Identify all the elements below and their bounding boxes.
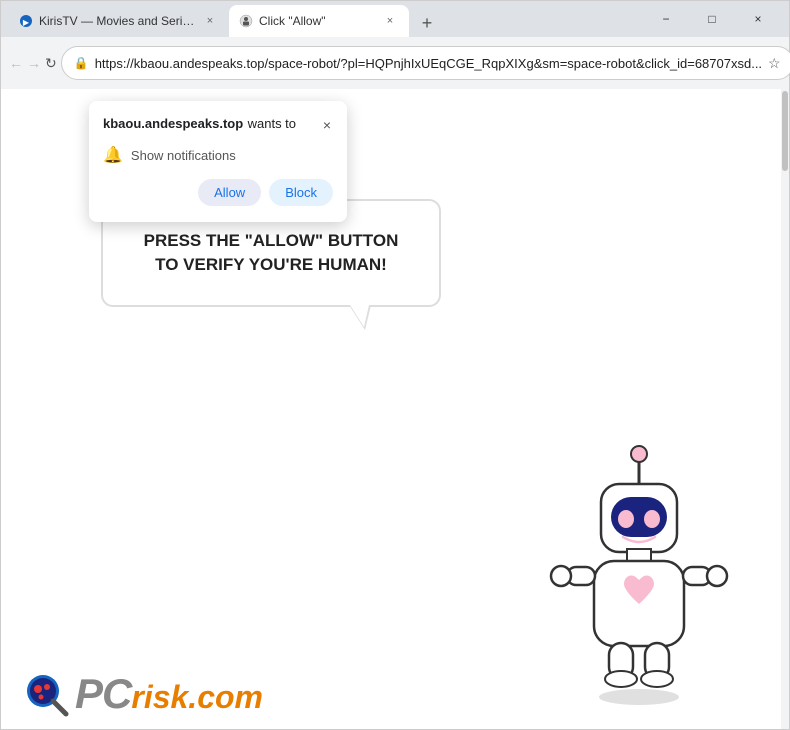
allow-button[interactable]: Allow xyxy=(198,179,261,206)
pcrisk-logo: PC risk.com xyxy=(21,669,263,719)
url-text: https://kbaou.andespeaks.top/space-robot… xyxy=(95,56,762,71)
bookmark-icon[interactable]: ☆ xyxy=(768,55,781,72)
popup-header: kbaou.andespeaks.top wants to × xyxy=(103,115,333,135)
window-controls: − □ × xyxy=(643,4,781,34)
page-content: kbaou.andespeaks.top wants to × 🔔 Show n… xyxy=(1,89,789,729)
lock-icon: 🔒 xyxy=(74,56,89,70)
back-button[interactable]: ← xyxy=(9,47,23,79)
block-button[interactable]: Block xyxy=(269,179,333,206)
forward-button[interactable]: → xyxy=(27,47,41,79)
url-bar[interactable]: 🔒 https://kbaou.andespeaks.top/space-rob… xyxy=(61,46,790,80)
pcrisk-text-group: PC risk.com xyxy=(75,670,263,718)
tab-2-favicon xyxy=(239,14,253,28)
popup-permission: 🔔 Show notifications xyxy=(103,145,333,165)
popup-site-info: kbaou.andespeaks.top wants to xyxy=(103,115,296,133)
bell-icon: 🔔 xyxy=(103,145,123,165)
pcrisk-magnifier-icon xyxy=(21,669,71,719)
tab-1-title: KirisTV — Movies and Series D... xyxy=(39,14,195,28)
address-bar: ← → ↻ 🔒 https://kbaou.andespeaks.top/spa… xyxy=(1,37,789,89)
title-bar: ▶ KirisTV — Movies and Series D... × Cli… xyxy=(1,1,789,37)
popup-buttons: Allow Block xyxy=(103,179,333,206)
tab-1-close[interactable]: × xyxy=(201,12,219,30)
scrollbar-thumb xyxy=(782,91,788,171)
scrollbar[interactable] xyxy=(781,89,789,729)
maximize-button[interactable]: □ xyxy=(689,4,735,34)
tab-2-close[interactable]: × xyxy=(381,12,399,30)
refresh-button[interactable]: ↻ xyxy=(45,47,57,79)
permission-text: Show notifications xyxy=(131,148,236,163)
new-tab-button[interactable]: + xyxy=(413,9,441,37)
popup-wants-text: wants to xyxy=(248,116,296,131)
robot-character xyxy=(529,429,749,709)
pc-text: PC xyxy=(75,670,131,718)
speech-text: PRESS THE "ALLOW" BUTTON TO VERIFY YOU'R… xyxy=(133,229,409,277)
svg-text:▶: ▶ xyxy=(23,18,30,27)
risk-text: risk.com xyxy=(131,679,263,716)
popup-site-name: kbaou.andespeaks.top xyxy=(103,116,243,131)
tab-2[interactable]: Click "Allow" × xyxy=(229,5,409,37)
tab-2-title: Click "Allow" xyxy=(259,14,375,28)
browser-window: ▶ KirisTV — Movies and Series D... × Cli… xyxy=(0,0,790,730)
tab-1-favicon: ▶ xyxy=(19,14,33,28)
tab-1[interactable]: ▶ KirisTV — Movies and Series D... × xyxy=(9,5,229,37)
popup-close-button[interactable]: × xyxy=(321,115,333,135)
minimize-button[interactable]: − xyxy=(643,4,689,34)
close-button[interactable]: × xyxy=(735,4,781,34)
notification-popup: kbaou.andespeaks.top wants to × 🔔 Show n… xyxy=(89,101,347,222)
